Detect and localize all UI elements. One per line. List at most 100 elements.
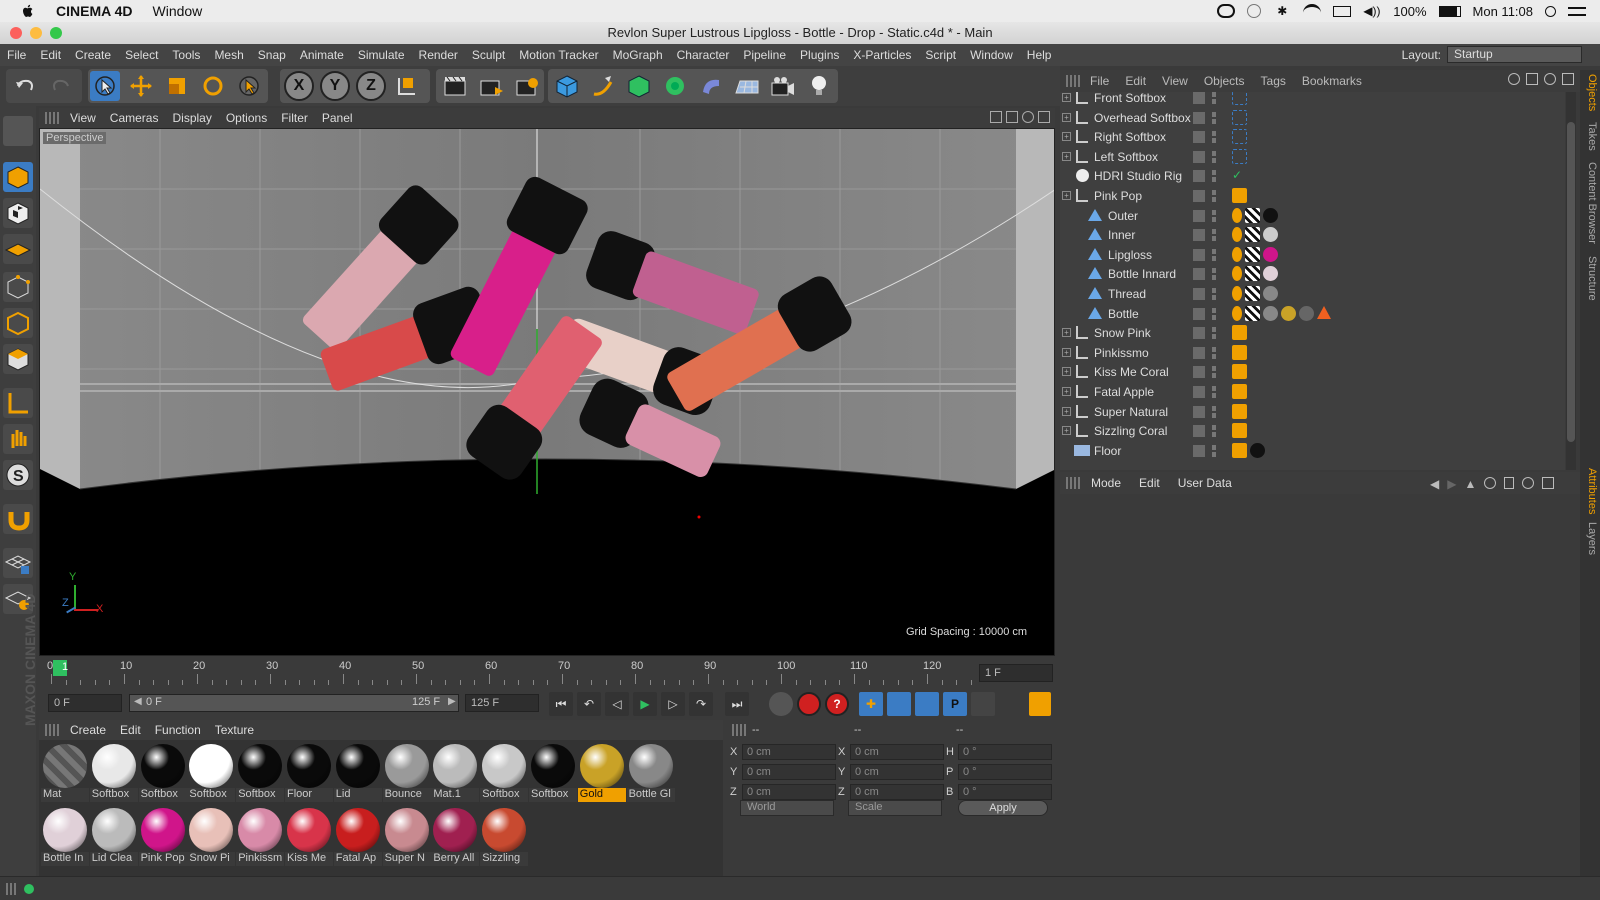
viewport-menu-display[interactable]: Display xyxy=(165,111,218,125)
object-row[interactable]: Bottle Innard xyxy=(1060,264,1565,284)
up-arrow-icon[interactable]: ▲ xyxy=(1464,477,1476,491)
layer-toggle[interactable] xyxy=(1193,248,1205,261)
rotation-field[interactable]: 0 ° xyxy=(958,784,1052,800)
object-row[interactable]: + Pink Pop xyxy=(1060,186,1565,206)
material-swatch[interactable]: Gold xyxy=(577,742,626,802)
viewport-menu-options[interactable]: Options xyxy=(219,111,274,125)
expand-toggle[interactable]: + xyxy=(1062,191,1071,200)
close-window-button[interactable] xyxy=(10,27,22,39)
menu-animate[interactable]: Animate xyxy=(293,48,351,62)
current-frame-field[interactable]: 1 F xyxy=(979,664,1053,682)
attributes-menu-mode[interactable]: Mode xyxy=(1082,476,1130,490)
size-field[interactable]: 0 cm xyxy=(850,744,944,760)
material-tag-icon[interactable] xyxy=(1263,305,1278,321)
expand-toggle[interactable]: + xyxy=(1062,328,1071,338)
max-time-field[interactable]: 125 F xyxy=(465,694,539,712)
menu-mograph[interactable]: MoGraph xyxy=(606,48,670,62)
null-tag-icon[interactable] xyxy=(1232,344,1247,360)
material-swatch[interactable]: Berry All xyxy=(431,806,480,866)
phong-tag-icon[interactable] xyxy=(1232,286,1242,301)
menu-mesh[interactable]: Mesh xyxy=(207,48,250,62)
rotate-tool-icon[interactable] xyxy=(198,71,228,101)
material-swatch[interactable]: Pink Pop xyxy=(138,806,187,866)
expand-toggle[interactable]: + xyxy=(1062,347,1071,357)
layer-toggle[interactable] xyxy=(1193,425,1205,438)
object-list-scrollbar[interactable] xyxy=(1566,92,1576,470)
previous-key-icon[interactable]: ↶ xyxy=(577,692,601,716)
menu-select[interactable]: Select xyxy=(118,48,165,62)
material-tag-icon[interactable] xyxy=(1250,442,1265,458)
material-swatch[interactable]: Fatal Ap xyxy=(333,806,382,866)
visibility-dots[interactable] xyxy=(1212,425,1216,438)
material-swatch[interactable]: Lid xyxy=(333,742,382,802)
object-row[interactable]: + Front Softbox xyxy=(1060,92,1565,108)
minimize-window-button[interactable] xyxy=(30,27,42,39)
render-picture-viewer-icon[interactable] xyxy=(476,71,506,101)
autokeying-icon[interactable]: ? xyxy=(825,692,849,716)
material-swatch[interactable]: Softbox xyxy=(480,742,529,802)
material-menu-texture[interactable]: Texture xyxy=(208,723,261,737)
object-name[interactable]: Fatal Apple xyxy=(1094,385,1154,399)
layer-toggle[interactable] xyxy=(1193,170,1205,183)
object-row[interactable]: Lipgloss xyxy=(1060,245,1565,265)
null-tag-icon[interactable] xyxy=(1232,188,1247,203)
dock-tab-attributes[interactable]: Attributes xyxy=(1582,468,1598,514)
layer-toggle[interactable] xyxy=(1193,92,1205,104)
menu-pipeline[interactable]: Pipeline xyxy=(736,48,793,62)
expand-toggle[interactable]: + xyxy=(1062,151,1071,161)
object-menu-edit[interactable]: Edit xyxy=(1117,74,1154,88)
visibility-dots[interactable] xyxy=(1212,444,1216,457)
expand-toggle[interactable]: + xyxy=(1062,426,1071,436)
bluetooth-icon[interactable]: ✱ xyxy=(1273,4,1291,18)
object-row[interactable]: + Left Softbox xyxy=(1060,147,1565,167)
null-tag-icon[interactable] xyxy=(1232,384,1247,399)
menu-simulate[interactable]: Simulate xyxy=(351,48,412,62)
material-menu-edit[interactable]: Edit xyxy=(113,723,148,737)
live-selection-icon[interactable] xyxy=(90,71,120,101)
record-scale-icon[interactable] xyxy=(887,692,911,716)
material-tag-icon[interactable] xyxy=(1263,227,1278,243)
x-axis-lock-button[interactable]: X xyxy=(284,71,314,101)
menu-window[interactable]: Window xyxy=(963,48,1020,62)
make-editable-icon[interactable] xyxy=(3,116,33,146)
material-swatch[interactable]: Bounce xyxy=(382,742,431,802)
layer-toggle[interactable] xyxy=(1193,131,1205,144)
lock-icon[interactable] xyxy=(1504,477,1515,489)
panel-grip-icon[interactable] xyxy=(732,724,746,736)
layer-toggle[interactable] xyxy=(1193,327,1205,340)
material-swatch[interactable]: Kiss Me xyxy=(285,806,333,866)
dock-tab-takes[interactable]: Takes xyxy=(1582,122,1598,151)
layer-toggle[interactable] xyxy=(1193,111,1205,124)
material-menu-function[interactable]: Function xyxy=(148,723,208,737)
floor-scene-icon[interactable] xyxy=(732,71,762,101)
layer-toggle[interactable] xyxy=(1193,288,1205,300)
rotation-field[interactable]: 0 ° xyxy=(958,744,1052,760)
menu-render[interactable]: Render xyxy=(412,48,465,62)
y-axis-lock-button[interactable]: Y xyxy=(320,71,350,101)
timeline-window-icon[interactable] xyxy=(1029,692,1051,716)
visibility-dots[interactable] xyxy=(1212,346,1216,359)
material-swatch[interactable]: Super N xyxy=(382,806,431,866)
layer-toggle[interactable] xyxy=(1193,405,1205,418)
light-tag-icon[interactable] xyxy=(1232,129,1247,145)
object-name[interactable]: Bottle Innard xyxy=(1108,267,1176,281)
z-axis-lock-button[interactable]: Z xyxy=(356,71,386,101)
texture-tag-icon[interactable] xyxy=(1245,286,1260,301)
viewport-menu-cameras[interactable]: Cameras xyxy=(103,111,166,125)
render-view-icon[interactable] xyxy=(440,71,470,101)
material-menu-create[interactable]: Create xyxy=(63,723,113,737)
visibility-dots[interactable] xyxy=(1212,150,1216,163)
phong-tag-icon[interactable] xyxy=(1232,266,1242,282)
menu-create[interactable]: Create xyxy=(68,48,118,62)
rotation-field[interactable]: 0 ° xyxy=(958,764,1052,780)
layer-toggle[interactable] xyxy=(1193,190,1205,202)
new-window-icon[interactable] xyxy=(1542,477,1555,489)
maximize-view-icon[interactable] xyxy=(1038,111,1050,123)
enabled-check-icon[interactable]: ✓ xyxy=(1232,168,1242,182)
object-row[interactable]: Inner xyxy=(1060,225,1565,245)
previous-frame-icon[interactable]: ◁ xyxy=(605,692,629,716)
coordinate-mode-select[interactable]: World xyxy=(740,800,834,816)
phong-tag-icon[interactable] xyxy=(1232,227,1242,243)
null-tag-icon[interactable] xyxy=(1232,364,1247,380)
redo-icon[interactable] xyxy=(46,71,76,101)
